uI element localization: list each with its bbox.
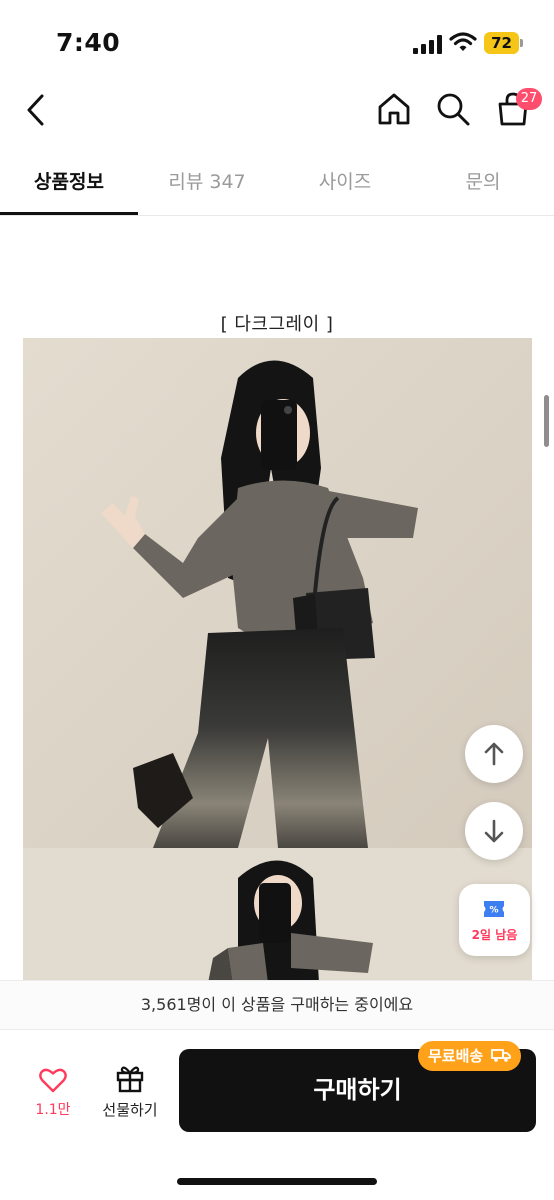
coupon-remaining-label: 2일 남음: [471, 928, 518, 942]
header: 27: [0, 80, 554, 142]
arrow-up-icon: [484, 742, 504, 766]
status-bar: 7:40 72: [0, 0, 554, 80]
free-shipping-badge: 무료배송: [418, 1041, 522, 1071]
arrow-down-icon: [484, 819, 504, 843]
wifi-icon: [449, 31, 477, 53]
status-time: 7:40: [56, 28, 121, 57]
color-caption: [ 다크그레이 ]: [220, 314, 334, 335]
heart-icon: [39, 1067, 67, 1093]
tab-inquiry[interactable]: 문의: [414, 150, 552, 216]
coupon-button[interactable]: % 2일 남음: [459, 884, 530, 956]
home-icon: [378, 93, 410, 125]
tab-reviews[interactable]: 리뷰 347: [138, 150, 276, 216]
product-tabs: 상품정보 리뷰 347 사이즈 문의: [0, 150, 554, 216]
free-shipping-label: 무료배송: [428, 1047, 484, 1065]
coupon-icon: %: [483, 900, 505, 918]
bottom-action-bar: 1.1만 선물하기 구매하기 무료배송: [0, 1031, 554, 1200]
product-photo: [23, 848, 532, 983]
scroll-up-button[interactable]: [465, 725, 523, 783]
search-icon: [437, 93, 470, 126]
like-button[interactable]: 1.1만: [22, 1059, 84, 1129]
tab-size[interactable]: 사이즈: [276, 150, 414, 216]
scrollbar[interactable]: [544, 395, 549, 447]
back-button[interactable]: [20, 90, 56, 130]
signal-icon: [413, 34, 443, 54]
like-count: 1.1만: [35, 1102, 71, 1118]
tab-product-info[interactable]: 상품정보: [0, 150, 138, 216]
gift-label: 선물하기: [102, 1101, 158, 1119]
search-button[interactable]: [434, 90, 472, 128]
cart-count-badge: 27: [516, 88, 542, 110]
purchase-activity-notice: 3,561명이 이 상품을 구매하는 중이에요: [0, 980, 554, 1030]
scroll-down-button[interactable]: [465, 802, 523, 860]
gift-icon: [115, 1063, 145, 1093]
truck-icon: [491, 1049, 512, 1062]
home-indicator: [177, 1178, 377, 1185]
gift-button[interactable]: 선물하기: [96, 1059, 164, 1129]
battery-level: 72: [491, 34, 512, 52]
battery-icon: 72: [484, 32, 524, 54]
product-photo: [23, 338, 532, 848]
home-button[interactable]: [375, 90, 413, 128]
svg-text:%: %: [489, 906, 498, 916]
back-icon: [27, 94, 44, 126]
active-tab-indicator: [0, 212, 138, 215]
